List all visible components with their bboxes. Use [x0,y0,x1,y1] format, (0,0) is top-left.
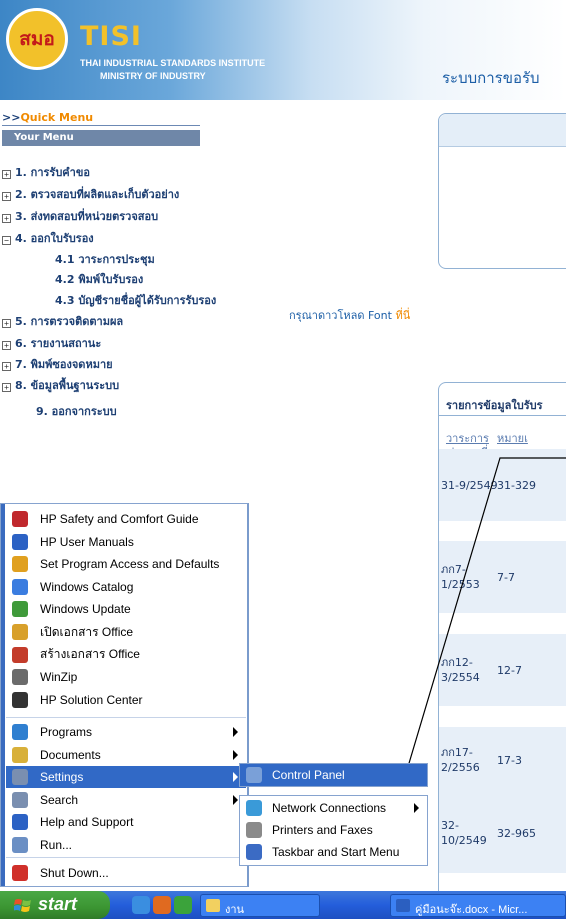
start-menu-item[interactable]: WinZip [6,666,246,688]
start-menu-item-label: Set Program Access and Defaults [40,557,220,572]
start-menu-item[interactable]: Windows Catalog [6,576,246,598]
start-menu-item[interactable]: Run... [6,834,246,856]
office-new-icon [12,646,28,663]
start-menu-item[interactable]: Settings [6,766,246,789]
control-panel-icon [246,767,262,783]
firefox-icon[interactable] [153,896,171,914]
settings-submenu-item[interactable]: Network Connections [240,797,427,819]
office-open-icon [12,624,28,640]
hp-icon [12,533,28,550]
start-menu-item-label: Search [40,792,79,807]
chevron-right-icon [233,794,238,805]
start-menu: HP Safety and Comfort Guide HP User Manua… [0,503,249,887]
start-menu-item-label: Settings [40,770,84,785]
start-menu-item-label: HP Safety and Comfort Guide [40,512,199,526]
start-menu-item-label: Help and Support [40,815,134,830]
divider [6,717,246,718]
windows-flag-icon [14,899,31,912]
programs-icon [12,724,28,740]
start-menu-item-label: Documents [40,747,101,762]
ie-icon[interactable] [132,896,150,914]
start-menu-item[interactable]: Shut Down... [6,862,246,884]
start-menu-item-label: เปิดเอกสาร Office [40,624,134,639]
word-icon [396,899,410,912]
documents-icon [12,746,28,763]
calendar-icon[interactable] [174,896,192,914]
start-menu-item-label: Shut Down... [40,866,109,880]
start-menu-item-label: WinZip [40,670,78,685]
start-menu-item-label: Windows Catalog [40,579,134,594]
start-menu-item[interactable]: Documents [6,744,246,766]
start-menu-item-label: Run... [40,838,73,852]
divider [6,857,246,858]
settings-submenu-item[interactable]: Control Panel [240,764,427,786]
chevron-right-icon [233,749,238,760]
start-menu-item-label: HP User Manuals [40,534,134,549]
settings-submenu-item[interactable]: Taskbar and Start Menu [240,841,427,863]
screen: สมอ TISI THAI INDUSTRIAL STANDARDS INSTI… [0,0,566,919]
start-menu-item-label: Programs [40,725,93,739]
chevron-right-icon [233,772,238,783]
taskbar-button[interactable]: งาน [200,894,320,917]
help-icon [12,814,28,831]
chevron-right-icon [414,803,419,813]
start-menu-item[interactable]: HP User Manuals [6,531,246,553]
start-menu-item[interactable]: Set Program Access and Defaults [6,553,246,575]
taskbar-button-label: งาน [225,904,245,916]
start-menu-item-label: สร้างเอกสาร Office [40,647,140,662]
start-menu-item[interactable]: Programs [6,721,246,743]
taskbar-icon [246,844,262,860]
windows-catalog-icon [12,578,28,595]
search-icon [12,791,28,808]
start-menu-item[interactable]: เปิดเอกสาร Office [6,621,246,643]
program-access-icon [12,556,28,573]
start-menu-item-label: HP Solution Center [40,692,143,707]
start-menu-item-label: Windows Update [40,602,131,617]
start-menu-item[interactable]: Help and Support [6,811,246,833]
settings-icon [12,769,28,786]
run-icon [12,837,28,853]
windows-update-icon [12,601,28,618]
shutdown-icon [12,865,28,881]
taskbar-button[interactable]: คู่มือนะจ๊ะ.docx - Micr... [390,894,566,917]
pdf-icon [12,511,28,527]
hp-solution-icon [12,691,28,708]
settings-submenu-item-label: Printers and Faxes [272,823,373,837]
winzip-icon [12,669,28,686]
start-menu-item[interactable]: Windows Update [6,598,246,620]
folder-icon [206,899,220,912]
start-menu-strip [1,504,5,886]
taskbar-button-label: คู่มือนะจ๊ะ.docx - Micr... [415,904,528,916]
start-menu-item[interactable]: HP Safety and Comfort Guide [6,508,246,530]
settings-submenu-item-label: Network Connections [272,801,387,815]
start-menu-item[interactable]: HP Solution Center [6,689,246,711]
printer-icon [246,822,262,838]
network-icon [246,800,262,816]
settings-submenu-item[interactable]: Printers and Faxes [240,819,427,841]
start-menu-item[interactable]: สร้างเอกสาร Office [6,644,246,666]
chevron-right-icon [233,727,238,737]
settings-submenu-item-label: Taskbar and Start Menu [272,845,400,859]
start-menu-item[interactable]: Search [6,789,246,811]
settings-submenu-item-label: Control Panel [272,768,345,782]
